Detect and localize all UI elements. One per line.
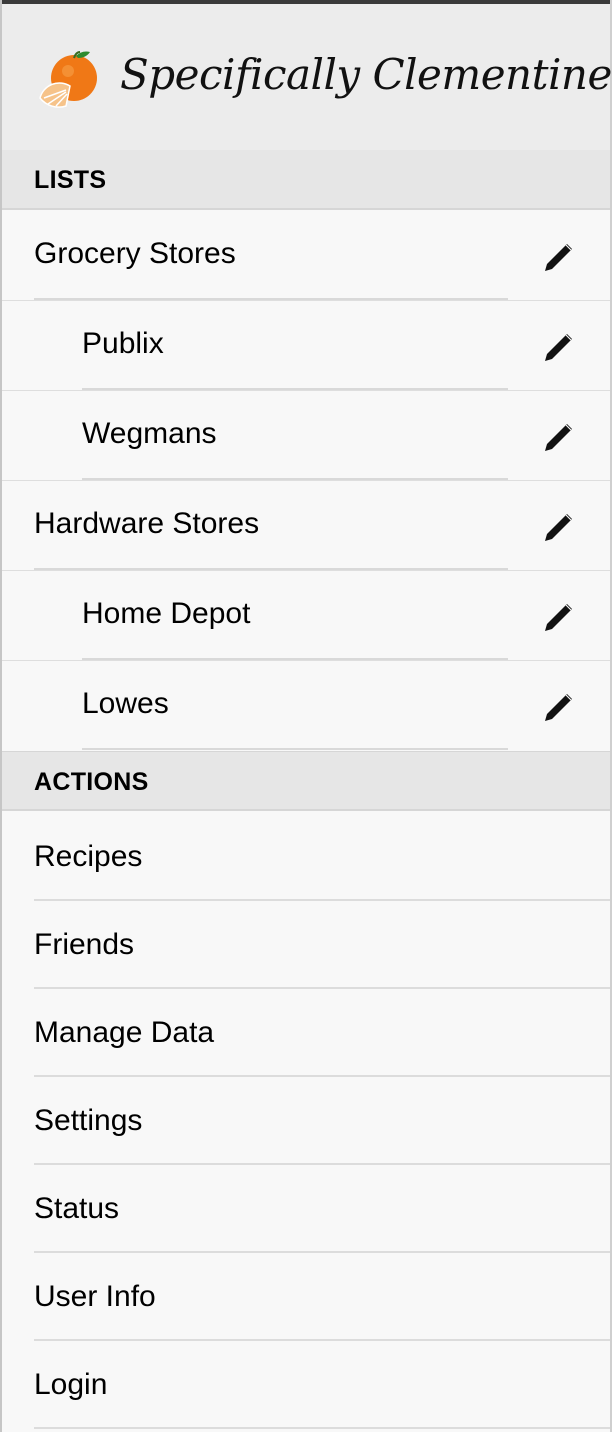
clementine-icon: [39, 51, 97, 108]
row-divider: [34, 1427, 610, 1429]
row-divider: [2, 660, 610, 661]
action-item-recipes[interactable]: Recipes: [2, 813, 610, 901]
list-item-label: Hardware Stores: [34, 507, 260, 540]
section-header-lists: LISTS: [2, 150, 610, 210]
action-item-label: Manage Data: [34, 1016, 215, 1049]
list-item-wegmans[interactable]: Wegmans: [2, 390, 610, 480]
row-divider: [2, 390, 610, 391]
list-item-label: Grocery Stores: [34, 237, 236, 270]
action-item-manage-data[interactable]: Manage Data: [2, 989, 610, 1077]
action-item-label: Friends: [34, 928, 135, 961]
action-item-user-info[interactable]: User Info: [2, 1253, 610, 1341]
list-item-label: Wegmans: [82, 417, 217, 450]
list-item-lowes[interactable]: Lowes: [2, 660, 610, 750]
section-header-actions: ACTIONS: [2, 751, 610, 811]
list-item-label: Lowes: [82, 687, 169, 720]
action-item-settings[interactable]: Settings: [2, 1077, 610, 1165]
action-item-label: Login: [34, 1368, 108, 1401]
action-item-label: Settings: [34, 1104, 143, 1137]
list-item-grocery-stores[interactable]: Grocery Stores: [2, 210, 610, 300]
row-divider: [2, 300, 610, 301]
pencil-icon[interactable]: [542, 330, 576, 364]
drawer-header: Specifically Clementines: [2, 4, 612, 150]
pencil-icon[interactable]: [542, 600, 576, 634]
section-header-label: LISTS: [34, 166, 107, 194]
list-item-label: Publix: [82, 327, 164, 360]
action-item-label: Status: [34, 1192, 120, 1225]
list-item-publix[interactable]: Publix: [2, 300, 610, 390]
row-divider: [2, 570, 610, 571]
action-item-login[interactable]: Login: [2, 1341, 610, 1429]
list-item-hardware-stores[interactable]: Hardware Stores: [2, 480, 610, 570]
action-item-label: User Info: [34, 1280, 156, 1313]
list-item-label: Home Depot: [82, 597, 251, 630]
app-title: Specifically Clementines: [120, 50, 612, 99]
row-divider: [82, 748, 508, 750]
action-item-label: Recipes: [34, 840, 143, 873]
section-header-label: ACTIONS: [34, 768, 149, 796]
row-divider: [2, 480, 610, 481]
pencil-icon[interactable]: [542, 420, 576, 454]
pencil-icon[interactable]: [542, 510, 576, 544]
pencil-icon[interactable]: [542, 240, 576, 274]
action-item-friends[interactable]: Friends: [2, 901, 610, 989]
pencil-icon[interactable]: [542, 690, 576, 724]
list-item-home-depot[interactable]: Home Depot: [2, 570, 610, 660]
action-item-status[interactable]: Status: [2, 1165, 610, 1253]
